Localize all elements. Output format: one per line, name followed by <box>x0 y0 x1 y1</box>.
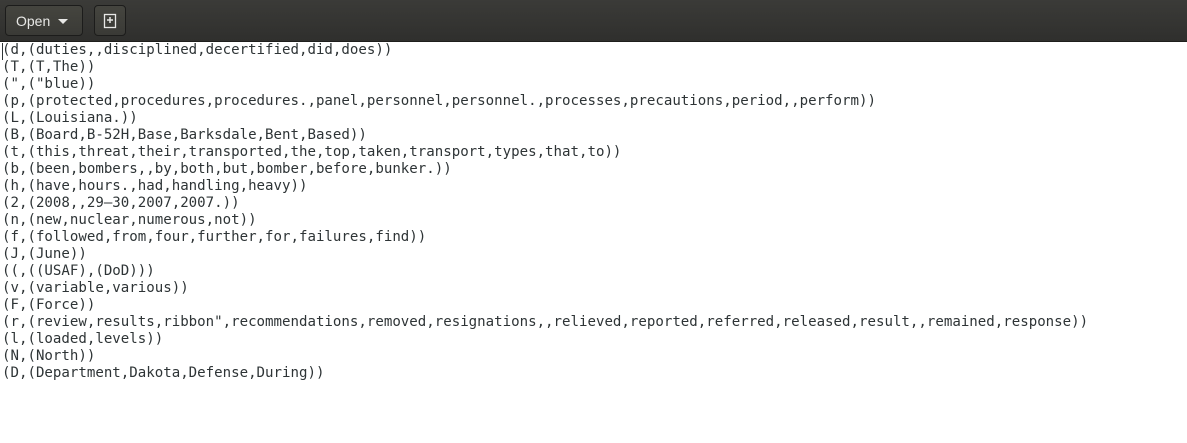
new-document-button[interactable] <box>94 5 126 36</box>
text-line: (J,(June)) <box>2 246 87 262</box>
new-document-icon <box>103 13 117 28</box>
text-line: (N,(North)) <box>2 348 96 364</box>
text-line: (r,(review,results,ribbon",recommendatio… <box>2 314 1089 330</box>
text-line: (2,(2008,,29–30,2007,2007.)) <box>2 195 240 211</box>
header-toolbar: Open <box>0 0 1187 42</box>
text-line: (F,(Force)) <box>2 297 96 313</box>
text-line: (D,(Department,Dakota,Defense,During)) <box>2 365 325 381</box>
open-button-label: Open <box>16 12 51 29</box>
text-line: (d,(duties,,disciplined,decertified,did,… <box>2 42 393 58</box>
text-line: ((,((USAF),(DoD))) <box>2 263 155 279</box>
text-line: (h,(have,hours.,had,handling,heavy)) <box>2 178 308 194</box>
text-line: (B,(Board,B-52H,Base,Barksdale,Bent,Base… <box>2 127 367 143</box>
editor-text-content: (d,(duties,,disciplined,decertified,did,… <box>0 42 1187 382</box>
text-line: (L,(Louisiana.)) <box>2 110 138 126</box>
text-cursor <box>2 43 3 60</box>
text-line: (f,(followed,from,four,further,for,failu… <box>2 229 427 245</box>
text-line: (n,(new,nuclear,numerous,not)) <box>2 212 257 228</box>
text-line: (b,(been,bombers,,by,both,but,bomber,bef… <box>2 161 452 177</box>
text-line: (t,(this,threat,their,transported,the,to… <box>2 144 622 160</box>
text-line: (",("blue)) <box>2 76 96 92</box>
text-line: (l,(loaded,levels)) <box>2 331 164 347</box>
text-line: (v,(variable,various)) <box>2 280 189 296</box>
chevron-down-icon <box>58 19 69 24</box>
text-line: (p,(protected,procedures,procedures.,pan… <box>2 93 876 109</box>
text-editor-area[interactable]: (d,(duties,,disciplined,decertified,did,… <box>0 42 1187 443</box>
text-line: (T,(T,The)) <box>2 59 96 75</box>
open-button[interactable]: Open <box>5 5 83 36</box>
